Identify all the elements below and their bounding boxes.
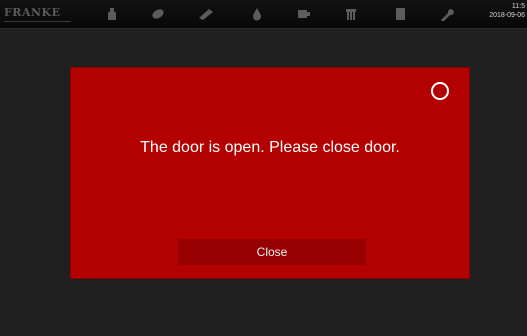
- clock-time: 11:5: [511, 3, 525, 10]
- franke-logo: FRANKE: [4, 7, 71, 22]
- clock-date: 2018-09-06: [489, 12, 525, 19]
- bottle-icon[interactable]: [104, 7, 120, 21]
- top-toolbar: FRANKE 11:5 2018-09-06: [0, 0, 527, 29]
- document-icon[interactable]: [392, 7, 408, 21]
- milk-system-icon[interactable]: [343, 7, 359, 21]
- wrench-icon[interactable]: [439, 7, 455, 21]
- close-button[interactable]: Close: [178, 239, 366, 265]
- cleaning-brush-icon[interactable]: [198, 7, 214, 21]
- clock: 11:5 2018-09-06: [489, 2, 525, 20]
- alert-message: The door is open. Please close door.: [140, 139, 400, 156]
- water-drop-icon[interactable]: [249, 7, 265, 21]
- door-open-alert-dialog: The door is open. Please close door. Clo…: [70, 67, 470, 279]
- circle-icon[interactable]: [431, 82, 449, 100]
- grinder-icon[interactable]: [296, 7, 312, 21]
- machine-screen: FRANKE 11:5 2018-09-06 The door is open.…: [0, 0, 527, 336]
- bean-icon[interactable]: [150, 7, 166, 21]
